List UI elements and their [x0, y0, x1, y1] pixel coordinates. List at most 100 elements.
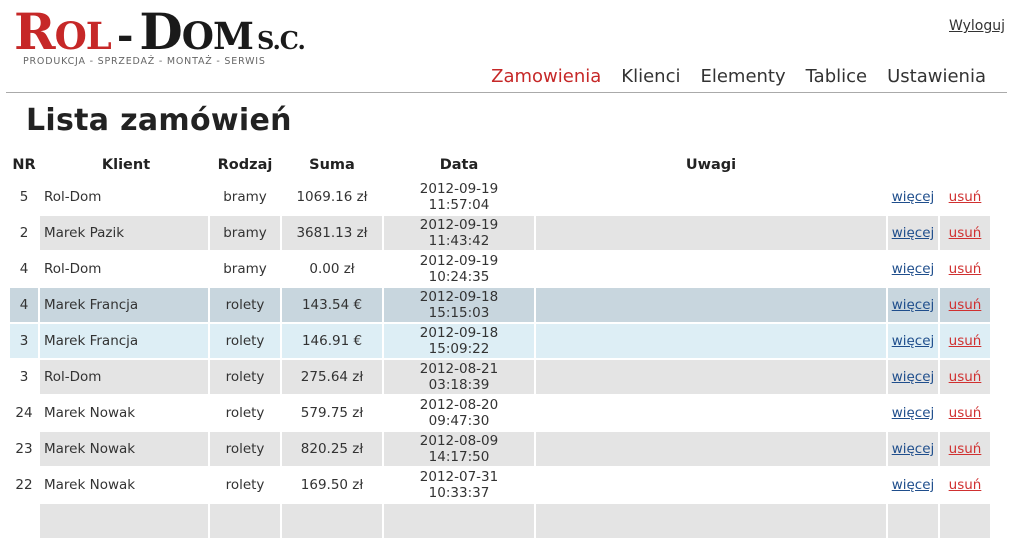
order-nr-cell: 5: [19, 189, 29, 205]
notes-cell: [536, 216, 886, 250]
delete-link[interactable]: usuń: [949, 261, 982, 277]
sum-cell: 0.00 zł: [309, 261, 355, 277]
client-cell: Rol-Dom: [40, 360, 208, 394]
table-row[interactable]: 2 Marek Pazik bramy 3681.13 zł 2012-09-19 11…: [10, 216, 990, 250]
client-cell: [40, 504, 208, 538]
client-cell: Marek Nowak: [44, 405, 136, 421]
table-row[interactable]: 5 Rol-Dom bramy 1069.16 zł 2012-09-19 11:57:…: [10, 180, 990, 214]
order-nr-cell: 23: [15, 441, 33, 457]
nav-item-elements[interactable]: Elementy: [700, 66, 785, 87]
more-link[interactable]: więcej: [892, 261, 935, 277]
client-cell: Rol-Dom: [44, 261, 102, 277]
column-header-sum: Suma: [309, 157, 355, 173]
type-cell: rolety: [210, 324, 280, 358]
more-cell: więcej: [888, 432, 938, 466]
order-nr-cell: 3: [19, 369, 29, 385]
delete-link[interactable]: usuń: [949, 441, 982, 457]
order-nr-cell: 22: [15, 477, 33, 493]
notes-cell: [536, 360, 886, 394]
delete-cell: [940, 504, 990, 538]
more-cell: więcej: [888, 180, 938, 214]
more-link[interactable]: więcej: [892, 477, 935, 493]
delete-cell: usuń: [940, 360, 990, 394]
more-link[interactable]: więcej: [892, 441, 935, 457]
client-cell: Marek Pazik: [40, 216, 208, 250]
column-header-type: Rodzaj: [217, 157, 273, 173]
orders-table: NR Klient Rodzaj Suma Data Uwagi 5 Rol-Do…: [8, 150, 992, 540]
date-cell: 2012-09-19 11:43:42: [384, 216, 534, 250]
sum-cell: 275.64 zł: [282, 360, 382, 394]
client-cell: Marek Nowak: [40, 432, 208, 466]
delete-link[interactable]: usuń: [949, 333, 982, 349]
date-cell: [384, 504, 534, 538]
more-cell: więcej: [888, 216, 938, 250]
table-row[interactable]: 24 Marek Nowak rolety 579.75 zł 2012-08-20 0…: [10, 396, 990, 430]
delete-link[interactable]: usuń: [949, 225, 982, 241]
delete-link[interactable]: usuń: [949, 297, 982, 313]
more-cell: więcej: [888, 252, 938, 286]
date-cell: 2012-09-19 10:24:35: [419, 253, 499, 285]
delete-cell: usuń: [940, 288, 990, 322]
table-row[interactable]: [10, 504, 990, 538]
sum-cell: 146.91 €: [282, 324, 382, 358]
delete-link[interactable]: usuń: [949, 189, 982, 205]
more-link[interactable]: więcej: [892, 405, 935, 421]
table-header-row: NR Klient Rodzaj Suma Data Uwagi: [10, 152, 990, 178]
delete-cell: usuń: [940, 432, 990, 466]
more-link[interactable]: więcej: [892, 225, 935, 241]
delete-link[interactable]: usuń: [949, 369, 982, 385]
type-cell: rolety: [210, 288, 280, 322]
notes-cell: [536, 504, 886, 538]
nav-item-orders[interactable]: Zamowienia: [491, 66, 601, 87]
more-link[interactable]: więcej: [892, 369, 935, 385]
more-cell: więcej: [888, 360, 938, 394]
type-cell: rolety: [225, 477, 265, 493]
nav-item-tables[interactable]: Tablice: [806, 66, 867, 87]
notes-cell: [536, 288, 886, 322]
type-cell: [210, 504, 280, 538]
delete-link[interactable]: usuń: [949, 477, 982, 493]
client-cell: Marek Francja: [40, 324, 208, 358]
more-link[interactable]: więcej: [892, 189, 935, 205]
delete-cell: usuń: [940, 324, 990, 358]
order-nr-cell: 2: [19, 225, 29, 241]
delete-cell: usuń: [940, 180, 990, 214]
notes-cell: [536, 468, 886, 502]
column-header-more: [888, 152, 938, 178]
delete-cell: usuń: [940, 216, 990, 250]
table-row[interactable]: 4 Rol-Dom bramy 0.00 zł 2012-09-19 10:24:35 w…: [10, 252, 990, 286]
more-link[interactable]: więcej: [892, 297, 935, 313]
client-cell: Marek Nowak: [44, 477, 136, 493]
table-row[interactable]: 3 Rol-Dom rolety 275.64 zł 2012-08-21 03:18:…: [10, 360, 990, 394]
main-nav: Zamowienia Klienci Elementy Tablice Usta…: [491, 66, 986, 87]
delete-link[interactable]: usuń: [949, 405, 982, 421]
table-row[interactable]: 4 Marek Francja rolety 143.54 €2012-09-18 1…: [10, 288, 990, 322]
nav-item-settings[interactable]: Ustawienia: [887, 66, 986, 87]
notes-cell: [536, 396, 886, 430]
delete-cell: usuń: [940, 396, 990, 430]
delete-cell: usuń: [940, 252, 990, 286]
more-cell: więcej: [888, 396, 938, 430]
header-divider: [6, 92, 1007, 93]
more-cell: więcej: [888, 324, 938, 358]
table-row[interactable]: 3 Marek Francja rolety 146.91 €2012-09-18 1…: [10, 324, 990, 358]
type-cell: bramy: [210, 216, 280, 250]
logout-link[interactable]: Wyloguj: [949, 18, 1005, 34]
logo-tagline: PRODUKCJA - SPRZEDAŻ - MONTAŻ - SERWIS: [23, 56, 266, 67]
date-cell: 2012-09-18 15:09:22: [384, 324, 534, 358]
sum-cell: 143.54 €: [282, 288, 382, 322]
nav-item-clients[interactable]: Klienci: [621, 66, 680, 87]
type-cell: bramy: [223, 261, 267, 277]
order-nr-cell: 24: [15, 405, 33, 421]
column-header-date: Data: [439, 157, 479, 173]
table-row[interactable]: 22 Marek Nowak rolety 169.50 zł 2012-07-31 1…: [10, 468, 990, 502]
date-cell: 2012-08-09 14:17:50: [384, 432, 534, 466]
date-cell: 2012-09-19 11:57:04: [419, 181, 499, 213]
company-logo: ROL - DOM S.C. PRODUKCJA - SPRZEDAŻ - MONTA…: [14, 6, 306, 70]
page-title: Lista zamówień: [26, 103, 292, 138]
column-header-nr: NR: [12, 157, 36, 173]
column-header-client: Klient: [101, 157, 151, 173]
more-link[interactable]: więcej: [892, 333, 935, 349]
table-row[interactable]: 23 Marek Nowak rolety 820.25 zł 2012-08-09 1…: [10, 432, 990, 466]
date-cell: 2012-09-18 15:15:03: [384, 288, 534, 322]
